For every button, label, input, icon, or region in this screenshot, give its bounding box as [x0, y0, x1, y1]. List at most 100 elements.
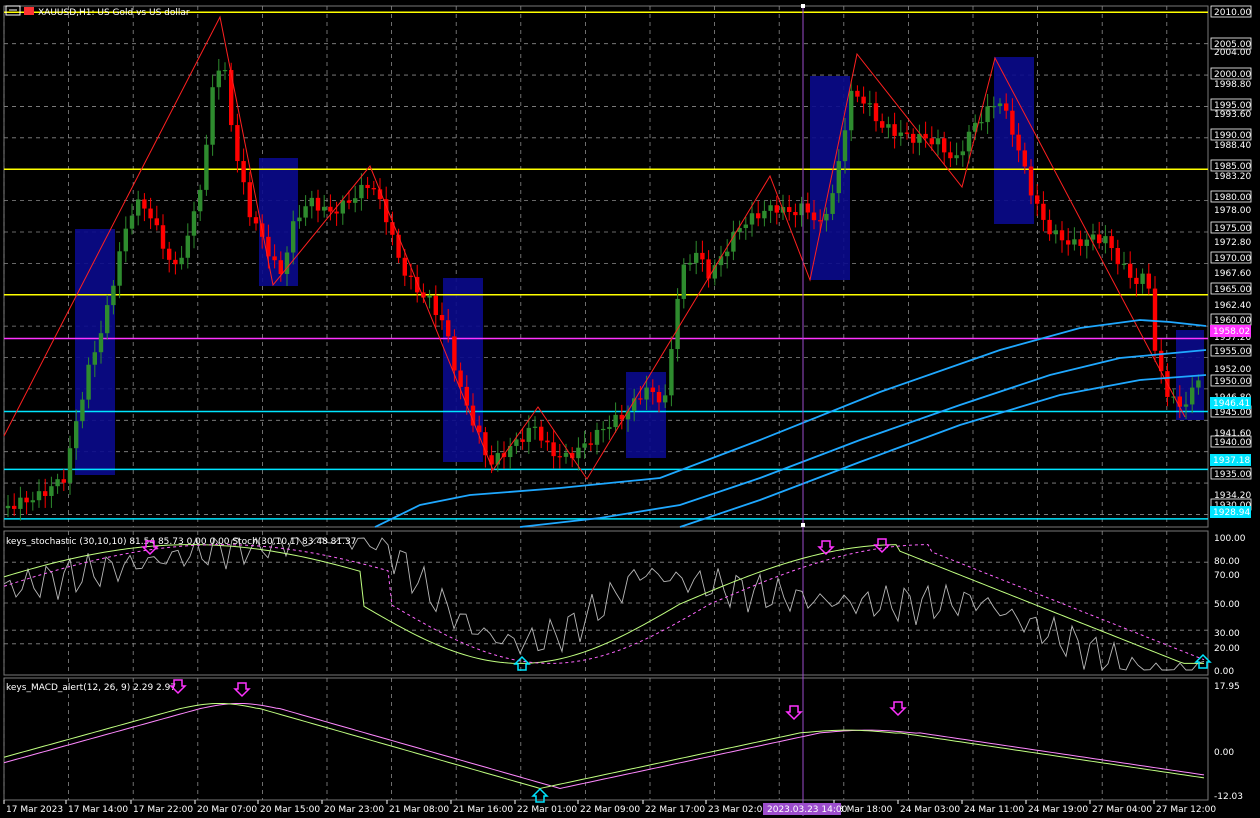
price-label: 1985.00	[1214, 162, 1251, 172]
time-label: 22 Mar 17:00	[645, 805, 705, 815]
price-label: 1975.00	[1214, 224, 1251, 234]
price-label: 1940.00	[1214, 438, 1251, 448]
price-highlight-label: 1958.02	[1213, 327, 1250, 337]
candle-body	[204, 144, 209, 190]
candle-body	[1041, 203, 1046, 220]
price-label: 1952.00	[1214, 365, 1251, 375]
candle-body	[725, 251, 730, 257]
stoch-axis-label: 70.00	[1214, 571, 1240, 581]
candle-body	[1072, 239, 1077, 245]
candle-body	[1084, 239, 1089, 246]
candle-body	[154, 218, 159, 226]
candle-body	[123, 228, 128, 252]
candle-body	[315, 197, 321, 211]
time-label: 24 Mar 11:00	[964, 805, 1024, 815]
candle-body	[247, 182, 252, 218]
candle-body	[545, 440, 550, 443]
candle-body	[966, 131, 972, 152]
price-label: 2004.00	[1214, 48, 1251, 58]
price-label: 2000.00	[1214, 70, 1251, 80]
candle-body	[452, 336, 457, 371]
candle-body	[1090, 234, 1096, 240]
time-label: 17 Mar 22:00	[133, 805, 193, 815]
price-label: 2010.00	[1214, 8, 1251, 18]
candle-body	[960, 151, 965, 156]
candle-body	[1066, 240, 1071, 245]
candle-body	[991, 106, 996, 108]
candle-body	[30, 500, 35, 503]
candle-body	[1121, 263, 1127, 265]
candle-body	[278, 260, 283, 275]
candle-body	[439, 315, 445, 321]
candle-body	[842, 130, 848, 162]
candle-body	[768, 205, 773, 211]
candle-body	[681, 264, 686, 299]
macd-axis-label: 0.00	[1214, 748, 1234, 758]
candle-body	[675, 298, 680, 350]
candle-body	[55, 479, 60, 487]
candle-body	[167, 248, 172, 260]
candle-body	[67, 448, 73, 483]
macd-panel-frame	[3, 677, 1209, 801]
candle-body	[656, 391, 662, 403]
candle-body	[272, 256, 277, 261]
candle-body	[303, 206, 308, 218]
candle-body	[514, 439, 519, 446]
chart-canvas[interactable]: 2010.002005.002004.002000.001998.801995.…	[0, 0, 1260, 818]
candle-body	[222, 70, 228, 72]
signal-arrow-down-icon	[233, 682, 251, 698]
moving-averages	[374, 319, 1207, 528]
candle-body	[849, 90, 854, 131]
candle-body	[644, 387, 649, 400]
price-highlight-label: 1937.18	[1213, 456, 1250, 466]
time-label: 17 Mar 14:00	[68, 805, 128, 815]
candle-body	[824, 213, 829, 221]
price-label: 1967.60	[1214, 269, 1251, 279]
candle-body	[532, 426, 538, 428]
candle-body	[427, 295, 432, 298]
price-label: 1978.00	[1214, 206, 1251, 216]
candle-body	[129, 215, 135, 229]
candle-body	[557, 456, 562, 458]
chart-window[interactable]: 2010.00 2005.00 2004.00 2000.00 1998.80 1995.…	[0, 0, 1260, 818]
candle-body	[5, 505, 11, 509]
candle-body	[111, 285, 116, 306]
time-label: 27 Mar 04:00	[1092, 805, 1152, 815]
candle-body	[1022, 150, 1027, 167]
candle-body	[830, 193, 835, 214]
candle-body	[340, 200, 345, 214]
price-label: 1998.80	[1214, 80, 1251, 90]
candle-body	[1053, 230, 1058, 235]
candle-body	[353, 198, 358, 203]
price-label: 1970.00	[1214, 254, 1251, 264]
stoch-main-line	[3, 536, 1205, 671]
candle-body	[402, 257, 407, 276]
time-label: 21 Mar 08:00	[389, 805, 449, 815]
stoch-axis-label: 50.00	[1214, 600, 1240, 610]
stoch-panel-title: keys_stochastic (30,10,10) 81.54 85.73 0…	[6, 537, 356, 547]
candle-body	[526, 427, 531, 442]
candle-body	[235, 125, 240, 162]
candle-body	[49, 486, 54, 496]
supply-demand-zones	[75, 57, 1204, 475]
macd-indicator: keys_MACD_alert(12, 26, 9) 2.29 2.97 17.9…	[3, 679, 1243, 803]
candle-body	[1115, 248, 1120, 265]
price-label: 1988.40	[1214, 141, 1251, 151]
candle-body	[1196, 380, 1201, 388]
candle-body	[229, 70, 234, 126]
candle-body	[923, 133, 928, 139]
price-label: 1990.00	[1214, 131, 1251, 141]
candle-body	[346, 200, 352, 203]
candle-body	[1047, 219, 1052, 235]
candle-body	[638, 398, 643, 400]
candle-body	[551, 442, 556, 457]
candle-body	[861, 96, 866, 104]
candle-body	[12, 505, 17, 509]
time-label: 22 Mar 09:00	[580, 805, 640, 815]
candle-body	[625, 410, 631, 420]
time-label: 21 Mar 16:00	[453, 805, 513, 815]
time-label: 22 Mar 01:00	[517, 805, 577, 815]
candle-body	[749, 213, 755, 225]
candle-body	[867, 103, 872, 105]
price-label: 1972.80	[1214, 238, 1251, 248]
